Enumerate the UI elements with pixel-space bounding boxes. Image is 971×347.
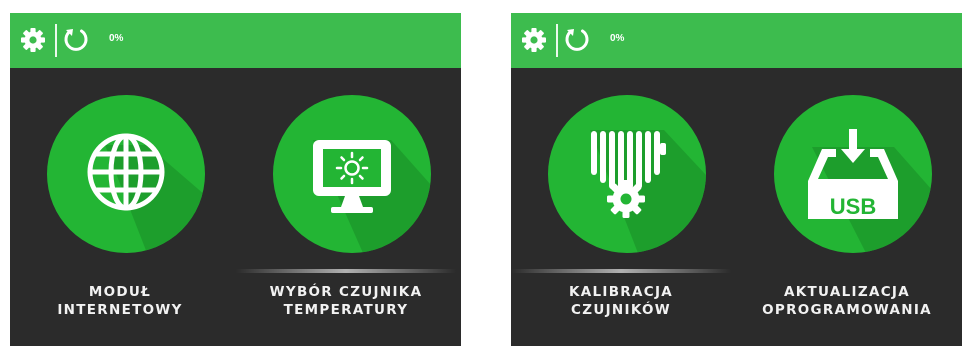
tile-label-line2: TEMPERATURY [283,302,409,318]
tile-temperature-sensor[interactable]: WYBÓR CZUJNIKA TEMPERATURY [236,95,456,345]
tile-software-update[interactable]: USB AKTUALIZACJA OPROGRAMOWANIA [737,95,957,345]
tile-circle [47,95,205,253]
refresh-icon[interactable] [563,26,591,54]
screen-service: 0% KALIBRACJA CZUJNIKÓW USB AKTUALIZACJA… [511,13,962,346]
tile-circle: USB [774,95,932,253]
tile-circle [273,95,431,253]
tile-sensor-calibration[interactable]: KALIBRACJA CZUJNIKÓW [511,95,731,345]
tile-label-line1: MODUŁ [88,284,152,300]
tile-label-line2: OPROGRAMOWANIA [762,302,932,318]
progress-percent: 0% [109,33,124,44]
usb-tray-icon: USB [808,129,898,219]
progress-percent: 0% [610,33,625,44]
tile-label: MODUŁ INTERNETOWY [10,283,230,319]
refresh-icon[interactable] [62,26,90,54]
usb-text: USB [830,194,876,219]
tile-label: AKTUALIZACJA OPROGRAMOWANIA [737,283,957,319]
tile-label: WYBÓR CZUJNIKA TEMPERATURY [236,283,456,319]
status-bar: 0% [511,13,962,68]
screen-network: 0% MODUŁ INTERNETOWY WYBÓR CZUJNIKA TEMP… [10,13,461,346]
status-bar: 0% [10,13,461,68]
radiator-gear-icon [591,131,666,218]
selection-underline [511,269,731,273]
selection-underline [236,269,456,273]
monitor-sun-icon [313,140,391,213]
tile-label-line1: AKTUALIZACJA [784,284,910,300]
tile-circle [548,95,706,253]
gear-icon[interactable] [521,27,547,53]
tile-internet-module[interactable]: MODUŁ INTERNETOWY [10,95,230,345]
globe-icon [87,133,165,211]
divider [55,24,57,57]
tile-label-line1: KALIBRACJA [568,284,674,300]
tile-label-line1: WYBÓR CZUJNIKA [269,284,423,300]
tile-label: KALIBRACJA CZUJNIKÓW [511,283,731,319]
divider [556,24,558,57]
gear-icon[interactable] [20,27,46,53]
tile-label-line2: CZUJNIKÓW [571,302,671,318]
tile-label-line2: INTERNETOWY [57,302,183,318]
